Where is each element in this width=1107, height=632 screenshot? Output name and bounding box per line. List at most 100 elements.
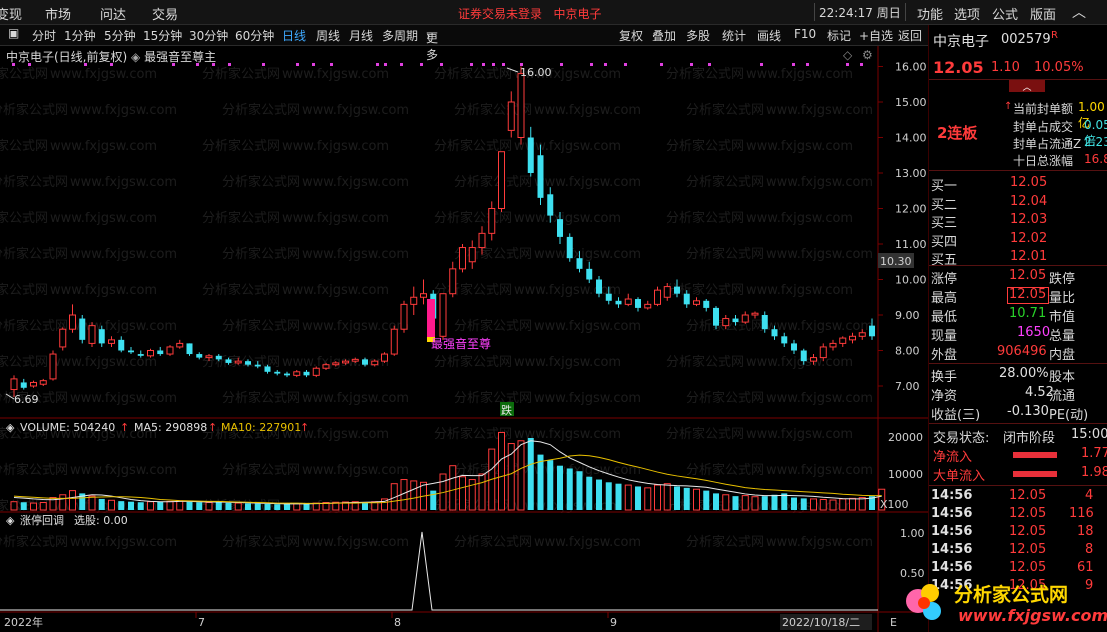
watermark-text: 分析家公式网	[222, 462, 300, 478]
menu-options[interactable]: 选项	[954, 4, 980, 23]
quote-price: 12.05	[933, 58, 984, 77]
watermark-text: 分析家公式网	[454, 534, 532, 550]
signal-dot	[860, 63, 863, 66]
candle-up	[293, 371, 301, 376]
watermark-url: www.fxjgsw.com	[766, 175, 873, 190]
volume-bar-down	[713, 493, 719, 510]
candle-down	[800, 350, 807, 362]
cursor-date: 2022/10/18/二	[782, 616, 860, 629]
watermark-url: www.fxjgsw.com	[766, 391, 873, 406]
watermark-text: 分析家公式网	[222, 318, 300, 334]
indicator-pane-icon[interactable]: ◈	[6, 514, 15, 527]
watermark-text: 分析家公式网	[686, 246, 764, 262]
volume-bar-up	[839, 498, 847, 511]
candle-up	[410, 296, 418, 305]
volume-bar-up	[663, 483, 671, 511]
candle-down	[527, 137, 534, 173]
volume-bar-down	[547, 460, 554, 510]
signal-dot	[400, 63, 403, 66]
big-inflow-label: 大单流入	[933, 469, 986, 484]
candle-down	[196, 354, 203, 358]
collapse-chevron-icon[interactable]: ︿	[1009, 80, 1045, 93]
candle-up	[108, 339, 115, 344]
chevron-up-icon[interactable]: ︿	[1072, 2, 1086, 22]
volume-bar-up	[449, 465, 457, 511]
candle-up	[39, 380, 47, 385]
volume-bar-up	[10, 501, 18, 511]
flower-icon	[918, 597, 930, 609]
limit-up-tag: 2连板	[937, 124, 978, 142]
candle-down	[98, 329, 105, 344]
candle-up	[342, 360, 349, 364]
menu-layout[interactable]: 版面	[1030, 4, 1056, 23]
watermark-url: www.fxjgsw.com	[534, 535, 641, 550]
kline-chart[interactable]: 分析家公式网www.fxjgsw.com分析家公式网www.fxjgsw.com…	[0, 0, 928, 632]
signal-dot	[28, 63, 31, 66]
quote-change: 1.10	[991, 60, 1020, 75]
tick-price: 12.05	[1009, 542, 1047, 557]
signal-dot	[806, 63, 809, 66]
price-axis-label: 11.00	[895, 238, 927, 251]
signal-dot	[708, 63, 711, 66]
menu-formula[interactable]: 公式	[992, 4, 1018, 23]
tick-time: 14:56	[931, 524, 973, 539]
watermark-text: 分析家公式网	[202, 138, 280, 154]
tick-price: 12.05	[1009, 488, 1047, 503]
watermark-text: 分析家公式网	[666, 66, 744, 82]
signal-dot	[330, 63, 333, 66]
watermark-text: 分析家公式网	[666, 354, 744, 370]
seal-value: 16.88%	[1084, 152, 1107, 166]
bid-price: 12.02	[1010, 230, 1048, 246]
watermark-text: 分析家公式网	[686, 462, 764, 478]
volume-bar-down	[128, 501, 134, 510]
watermark-text: 分析家公式网	[202, 282, 280, 298]
up-arrow-icon: ↑	[120, 421, 129, 434]
stat-label-right: 量比	[1049, 291, 1076, 306]
signal-dot	[492, 63, 495, 66]
candle-up	[439, 293, 447, 337]
signal-dot	[12, 63, 15, 66]
watermark-text: 分析家公式网	[202, 66, 280, 82]
indicator-value: 选股: 0.00	[74, 514, 128, 527]
stat-value: 12.05	[1009, 268, 1047, 283]
stat-value: 10.71	[1009, 306, 1047, 321]
watermark-url: www.fxjgsw.com	[70, 535, 177, 550]
watermark-text: 分析家公式网	[666, 426, 744, 442]
signal-dot	[590, 63, 593, 66]
volume-bar-up	[498, 431, 505, 511]
volume-bar-up	[147, 501, 154, 511]
watermark-url: www.fxjgsw.com	[50, 211, 157, 226]
volume-bar-down	[683, 487, 690, 510]
volume-bar-down	[674, 486, 680, 510]
watermark-url: www.fxjgsw.com	[302, 175, 409, 190]
signal-dots	[12, 63, 863, 66]
volume-pane-icon[interactable]: ◈	[6, 421, 15, 434]
candle-up	[829, 342, 837, 348]
watermark-url: www.fxjgsw.com	[746, 67, 853, 82]
watermark-url: www.fxjgsw.com	[766, 103, 873, 118]
watermark-text: 分析家公式网	[454, 174, 532, 190]
watermark-text: 分析家公式网	[0, 210, 48, 226]
volume-bar-down	[362, 502, 368, 510]
time-axis-sep: 9	[610, 616, 617, 629]
price-axis-label: 7.00	[895, 380, 920, 393]
price-axis-label: 15.00	[895, 96, 927, 109]
candle-down	[791, 343, 797, 351]
watermark-url: www.fxjgsw.com	[282, 139, 389, 154]
candle-up	[69, 314, 76, 330]
seal-label: 封单占流通Z	[1013, 137, 1082, 151]
volume-bar-up	[166, 500, 174, 511]
watermark-text: 分析家公式网	[666, 210, 744, 226]
watermark-url: www.fxjgsw.com	[746, 427, 853, 442]
volume-bar-down	[430, 490, 437, 510]
watermark-url: www.fxjgsw.com	[746, 211, 853, 226]
watermark-text: 分析家公式网	[202, 210, 280, 226]
volume-bar-down	[566, 468, 573, 510]
ma10-label: MA10: 227901	[221, 421, 301, 434]
signal-dot	[376, 63, 379, 66]
watermark-text: 分析家公式网	[0, 354, 48, 370]
price-axis-label: 13.00	[895, 167, 927, 180]
watermark-text: 分析家公式网	[0, 174, 68, 190]
indicator-label: 涨停回调	[20, 513, 64, 527]
candle-down	[781, 336, 788, 344]
